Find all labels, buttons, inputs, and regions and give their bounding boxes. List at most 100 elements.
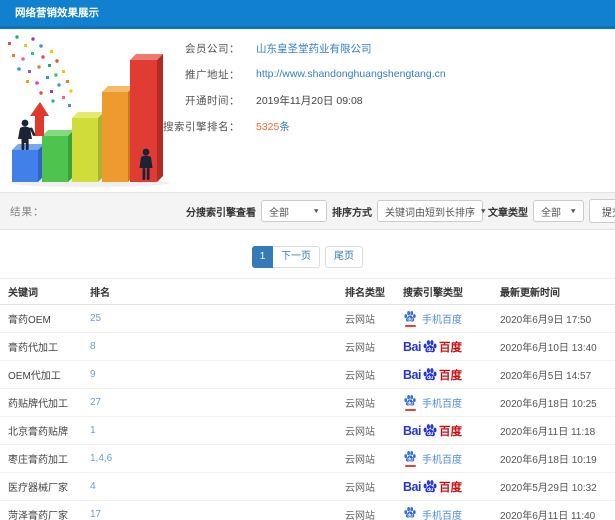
baidu-paw-icon: du: [422, 423, 438, 439]
engine-filter-label: 分搜索引擎查看: [186, 207, 256, 219]
keyword-cell: 药贴牌代加工: [8, 399, 68, 410]
svg-text:du: du: [407, 512, 413, 517]
filter-controls: 分搜索引擎查看 全部 ▼ 排序方式 关键词由短到长排序 ▼ 文章类型 全部 ▼ …: [186, 199, 615, 223]
engine-label: 手机百度: [422, 399, 462, 410]
rank-cell[interactable]: 1,4,6: [90, 453, 345, 464]
article-type-label: 文章类型: [488, 207, 528, 219]
rank-cell[interactable]: 9: [90, 369, 345, 380]
table-header-row: 关键词 排名 排名类型 搜索引擎类型 最新更新时间: [0, 278, 615, 305]
mobile-baidu-badge: du 手机百度: [403, 310, 462, 327]
rank-type-cell: 云网站: [345, 427, 375, 438]
red-underline: [404, 325, 416, 327]
field-company: 会员公司： 山东皇圣堂药业有限公司: [130, 35, 446, 61]
baidu-logo: Bai du 百度: [403, 423, 462, 439]
rank-cell[interactable]: 27: [90, 397, 345, 408]
svg-text:du: du: [427, 374, 433, 380]
baidu-paw-icon: du: [422, 479, 438, 495]
engine-cell: du 手机百度 du: [403, 450, 500, 467]
svg-text:du: du: [427, 346, 433, 352]
open-time-value: 2019年11月20日 09:08: [256, 94, 363, 107]
rank-cell[interactable]: 25: [90, 313, 345, 324]
col-keyword: 关键词: [8, 288, 38, 299]
table-body: 膏药OEM 25 云网站 du 手机百度 2020年6月9日 17:50 膏药代…: [0, 305, 615, 520]
rank-type-cell: 云网站: [345, 315, 375, 326]
rank-count-label: 搜索引擎排名：: [163, 120, 240, 133]
engine-label: 手机百度: [422, 511, 462, 520]
baidu-logo-latin: Bai: [403, 339, 421, 354]
baidu-logo-cn: 百度: [438, 425, 462, 438]
field-open-time: 开通时间： 2019年11月20日 09:08: [130, 87, 446, 113]
rank-cell[interactable]: 8: [90, 341, 345, 352]
baidu-paw-icon: du: [422, 367, 438, 383]
sort-select[interactable]: 关键词由短到长排序 ▼: [377, 200, 487, 222]
baidu-logo-latin: Bai: [403, 367, 421, 382]
mobile-baidu-icon: du: [403, 310, 417, 327]
updated-cell: 2020年6月18日 10:25: [500, 399, 597, 410]
promo-url-link[interactable]: http://www.shandonghuangshengtang.cn: [256, 68, 446, 80]
keyword-cell: 膏药代加工: [8, 343, 58, 354]
rank-count-number: 5325: [256, 120, 280, 133]
table-row: 菏泽膏药厂家 17 云网站 du 手机百度 2020年6月11日 11:40: [0, 501, 615, 520]
table-row: 药贴牌代加工 27 云网站 du 手机百度 2020年6月18日 10:25: [0, 389, 615, 417]
engine-cell: du Bai du 百度: [403, 423, 500, 439]
red-underline: [404, 409, 416, 411]
rank-count-value: 5325条: [256, 119, 290, 134]
table-row: 膏药OEM 25 云网站 du 手机百度 2020年6月9日 17:50: [0, 305, 615, 333]
result-label: 结果：: [10, 205, 45, 218]
engine-filter-select[interactable]: 全部 ▼: [261, 200, 327, 222]
last-page-button[interactable]: 尾页: [325, 246, 363, 268]
updated-cell: 2020年6月11日 11:40: [500, 511, 596, 520]
updated-cell: 2020年6月18日 10:19: [500, 455, 597, 466]
baidu-logo-cn: 百度: [438, 369, 462, 382]
company-link[interactable]: 山东皇圣堂药业有限公司: [256, 41, 372, 56]
table-row: 医疗器械厂家 4 云网站 du Bai: [0, 473, 615, 501]
field-promo-url: 推广地址： http://www.shandonghuangshengtang.…: [130, 61, 446, 87]
dropdown-arrow-icon: ▼: [479, 207, 488, 215]
engine-cell: du 手机百度 du: [403, 310, 500, 327]
updated-cell: 2020年5月29日 10:32: [500, 483, 597, 494]
info-section: 会员公司： 山东皇圣堂药业有限公司 推广地址： http://www.shand…: [0, 29, 615, 192]
svg-text:du: du: [407, 456, 413, 461]
dropdown-arrow-icon: ▼: [568, 207, 577, 215]
updated-cell: 2020年6月10日 13:40: [500, 343, 597, 354]
col-rank: 排名: [90, 288, 110, 299]
company-label: 会员公司：: [185, 42, 240, 55]
keyword-cell: 医疗器械厂家: [8, 483, 68, 494]
table-row: OEM代加工 9 云网站 du Bai: [0, 361, 615, 389]
confetti-dots: [8, 35, 73, 107]
header-bar: 网络营销效果展示: [0, 0, 615, 29]
baidu-logo: Bai du 百度: [403, 367, 462, 383]
rank-cell[interactable]: 1: [90, 425, 345, 436]
svg-text:du: du: [427, 430, 433, 436]
mobile-baidu-icon: du: [403, 506, 417, 520]
next-page-button[interactable]: 下一页: [273, 246, 320, 268]
baidu-logo-latin: Bai: [403, 423, 421, 438]
updated-cell: 2020年6月11日 11:18: [500, 427, 596, 438]
results-table: 关键词 排名 排名类型 搜索引擎类型 最新更新时间 膏药OEM 25 云网站 d…: [0, 278, 615, 520]
engine-cell: du Bai du 百度: [403, 339, 500, 355]
page-number-current[interactable]: 1: [252, 246, 273, 268]
baidu-logo-cn: 百度: [438, 481, 462, 494]
article-type-select[interactable]: 全部 ▼: [533, 200, 584, 222]
engine-cell: du Bai du 百度: [403, 367, 500, 383]
rank-count-unit-link[interactable]: 条: [279, 121, 290, 133]
rank-type-cell: 云网站: [345, 511, 375, 520]
baidu-logo: Bai du 百度: [403, 339, 462, 355]
mobile-baidu-icon: du: [403, 394, 417, 411]
baidu-paw-icon: du: [422, 339, 438, 355]
engine-cell: du Bai du 百度: [403, 479, 500, 495]
baidu-logo-latin: Bai: [403, 479, 421, 494]
open-time-label: 开通时间：: [185, 94, 240, 107]
field-rank-count: 搜索引擎排名： 5325条: [130, 113, 446, 139]
updated-cell: 2020年6月5日 14:57: [500, 371, 592, 382]
rank-cell[interactable]: 17: [90, 509, 345, 520]
rank-type-cell: 云网站: [345, 371, 375, 382]
keyword-cell: 膏药OEM: [8, 315, 51, 326]
engine-filter-value: 全部: [269, 207, 289, 219]
sort-value: 关键词由短到长排序: [385, 207, 475, 219]
pagination: 1 下一页 尾页: [0, 246, 615, 268]
engine-label: 手机百度: [422, 455, 462, 466]
rank-type-cell: 云网站: [345, 399, 375, 410]
submit-button[interactable]: 提交: [589, 199, 615, 223]
rank-cell[interactable]: 4: [90, 481, 345, 492]
